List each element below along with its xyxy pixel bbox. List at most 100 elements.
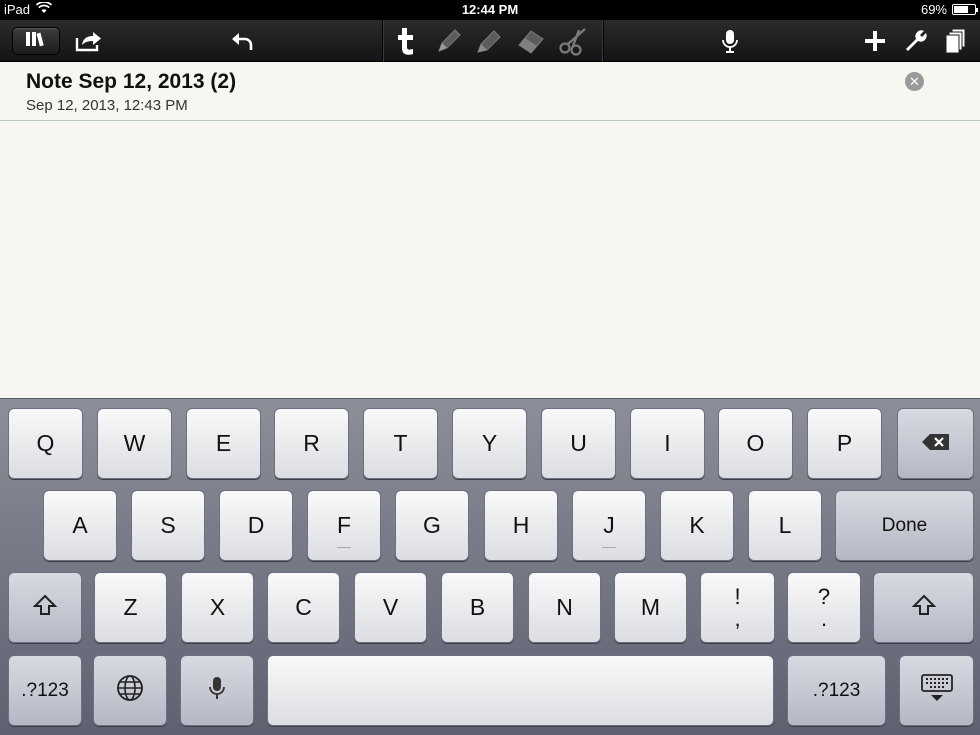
clear-title-button[interactable]: ✕ xyxy=(905,72,924,91)
key-label: E xyxy=(215,430,232,456)
key-label: P xyxy=(836,430,853,456)
key-period: . xyxy=(820,605,828,631)
key-j[interactable]: J xyxy=(572,490,646,561)
key-i[interactable]: I xyxy=(630,408,705,479)
microphone-button[interactable] xyxy=(712,25,748,57)
key-exclamation: ! xyxy=(734,583,741,609)
numbers-key-left[interactable]: .?123 xyxy=(8,655,82,726)
key-y[interactable]: Y xyxy=(452,408,527,479)
key-label: L xyxy=(778,512,792,538)
key-label: V xyxy=(382,594,399,620)
done-key[interactable]: Done xyxy=(835,490,974,561)
share-button[interactable] xyxy=(71,25,107,57)
key-question-period[interactable]: ?. xyxy=(787,572,861,643)
share-icon xyxy=(74,29,104,53)
highlighter-tool-icon xyxy=(474,26,504,56)
key-f[interactable]: F xyxy=(307,490,381,561)
key-label: Q xyxy=(36,430,55,456)
battery-percent: 69% xyxy=(920,2,947,17)
microphone-icon xyxy=(208,674,226,708)
wrench-icon xyxy=(903,28,929,54)
eraser-tool-button[interactable] xyxy=(513,25,549,57)
key-e[interactable]: E xyxy=(186,408,261,479)
key-l[interactable]: L xyxy=(748,490,822,561)
undo-button[interactable] xyxy=(225,25,261,57)
home-row-marker xyxy=(602,547,616,548)
key-t[interactable]: T xyxy=(363,408,438,479)
note-title[interactable]: Note Sep 12, 2013 (2) xyxy=(26,70,236,94)
library-button[interactable] xyxy=(12,27,60,55)
key-label: N xyxy=(556,594,573,620)
key-b[interactable]: B xyxy=(441,572,514,643)
key-o[interactable]: O xyxy=(718,408,793,479)
eraser-tool-icon xyxy=(515,27,547,55)
key-label: A xyxy=(72,512,88,538)
key-label: D xyxy=(247,512,265,538)
key-label: H xyxy=(512,512,530,538)
key-label: C xyxy=(295,594,312,620)
add-icon xyxy=(863,29,887,53)
key-label: F xyxy=(336,512,352,538)
text-tool-button[interactable] xyxy=(388,25,424,57)
keyboard-dismiss-icon xyxy=(920,673,954,709)
note-page[interactable]: Note Sep 12, 2013 (2) Sep 12, 2013, 12:4… xyxy=(0,62,980,398)
key-h[interactable]: H xyxy=(484,490,558,561)
undo-icon xyxy=(230,28,256,54)
key-label: K xyxy=(689,512,705,538)
status-bar: iPad 12:44 PM 69% xyxy=(0,0,980,20)
key-n[interactable]: N xyxy=(528,572,601,643)
key-label: T xyxy=(393,430,408,456)
numbers-key-right[interactable]: .?123 xyxy=(787,655,886,726)
shift-key-left[interactable] xyxy=(8,572,82,643)
shift-key-right[interactable] xyxy=(873,572,974,643)
scissors-tool-button[interactable] xyxy=(555,25,591,57)
key-x[interactable]: X xyxy=(181,572,254,643)
pen-tool-button[interactable] xyxy=(431,25,467,57)
microphone-icon xyxy=(720,27,740,55)
settings-button[interactable] xyxy=(898,25,934,57)
key-w[interactable]: W xyxy=(97,408,172,479)
key-label: S xyxy=(160,512,176,538)
onscreen-keyboard: Done !, ?. .?123 .?123 Q W E R T Y U I O P A S D F G H J… xyxy=(0,398,980,735)
shift-icon xyxy=(32,594,58,622)
pen-tool-icon xyxy=(434,26,464,56)
key-question: ? xyxy=(817,583,831,609)
key-comma: , xyxy=(734,605,741,631)
key-d[interactable]: D xyxy=(219,490,293,561)
key-label: X xyxy=(209,594,226,620)
scissors-tool-icon xyxy=(557,26,589,56)
key-m[interactable]: M xyxy=(614,572,687,643)
library-icon xyxy=(23,29,49,54)
key-label: W xyxy=(123,430,146,456)
key-k[interactable]: K xyxy=(660,490,734,561)
globe-key[interactable] xyxy=(93,655,167,726)
key-u[interactable]: U xyxy=(541,408,616,479)
space-key[interactable] xyxy=(267,655,774,726)
backspace-icon xyxy=(921,430,951,457)
status-right: 69% xyxy=(920,2,978,17)
key-v[interactable]: V xyxy=(354,572,427,643)
dictation-key[interactable] xyxy=(180,655,254,726)
hide-keyboard-key[interactable] xyxy=(899,655,974,726)
key-r[interactable]: R xyxy=(274,408,349,479)
key-exclamation-comma[interactable]: !, xyxy=(700,572,775,643)
key-label: J xyxy=(603,512,615,538)
key-p[interactable]: P xyxy=(807,408,882,479)
key-a[interactable]: A xyxy=(43,490,117,561)
highlighter-tool-button[interactable] xyxy=(471,25,507,57)
key-q[interactable]: Q xyxy=(8,408,83,479)
toolbar xyxy=(0,20,980,62)
globe-icon xyxy=(116,674,144,708)
key-s[interactable]: S xyxy=(131,490,205,561)
key-c[interactable]: C xyxy=(267,572,340,643)
home-row-marker xyxy=(337,547,351,548)
backspace-key[interactable] xyxy=(897,408,974,479)
key-label: I xyxy=(664,430,671,456)
key-label: M xyxy=(640,594,661,620)
key-z[interactable]: Z xyxy=(94,572,167,643)
add-button[interactable] xyxy=(857,25,893,57)
key-g[interactable]: G xyxy=(395,490,469,561)
pages-button[interactable] xyxy=(938,25,974,57)
note-date: Sep 12, 2013, 12:43 PM xyxy=(26,97,188,114)
text-tool-icon xyxy=(393,25,419,57)
